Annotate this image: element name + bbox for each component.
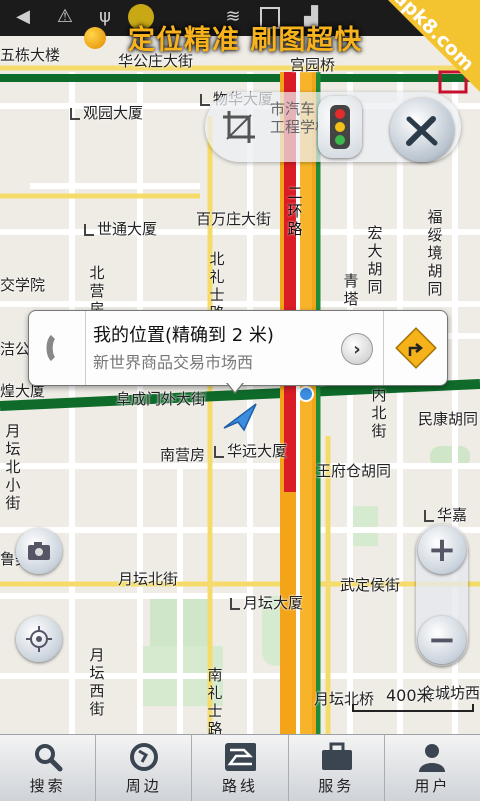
map-label: 华远大厦 <box>214 440 287 461</box>
tab-nearby[interactable]: 周边 <box>96 735 193 801</box>
map-label: 宏大胡同 <box>367 224 383 296</box>
traffic-toggle-button[interactable] <box>318 96 362 158</box>
scale-label: 400米 <box>386 686 433 705</box>
tab-label: 用户 <box>414 777 451 795</box>
callout-title: 我的位置(精确到 2 米) <box>93 325 274 346</box>
callout-tail-inner <box>227 382 243 392</box>
map-label: 月坛北街 <box>118 570 179 588</box>
briefcase-icon <box>320 741 353 773</box>
zoom-in-button[interactable]: + <box>418 526 466 574</box>
tab-route[interactable]: 路线 <box>192 735 289 801</box>
tab-label: 搜索 <box>29 777 66 795</box>
crop-icon <box>223 111 255 143</box>
tab-user[interactable]: 用户 <box>385 735 480 801</box>
map-label: 王府仓胡同 <box>316 462 392 480</box>
map-label: 阜成门外大街 <box>116 390 207 408</box>
poi-icon <box>230 597 240 610</box>
map-label: 内北街 <box>371 386 387 440</box>
map-label: 南礼士路 <box>207 666 223 734</box>
nearby-icon <box>128 741 160 773</box>
camera-icon <box>28 542 50 560</box>
locate-button[interactable] <box>16 616 62 662</box>
map-label: 交学院 <box>0 276 46 294</box>
phone-icon <box>46 335 55 361</box>
tab-service[interactable]: 服务 <box>289 735 385 801</box>
poi-icon <box>200 93 210 106</box>
map-label: 二环路 <box>287 184 303 238</box>
map-label: 观园大厦 <box>70 102 143 123</box>
user-icon <box>416 741 448 773</box>
map-label: 五栋大楼 <box>0 46 61 64</box>
poi-icon <box>424 509 434 522</box>
crop-button[interactable] <box>208 96 270 158</box>
map-label: 月坛北小街 <box>5 422 21 512</box>
route-icon <box>224 741 256 773</box>
map-label: 洁公 <box>0 340 31 358</box>
map-label: 世通大厦 <box>84 218 157 239</box>
poi-icon <box>214 445 224 458</box>
map-label: 月坛西街 <box>89 646 105 718</box>
map-label: 民康胡同 <box>418 410 479 428</box>
poi-icon <box>84 223 94 236</box>
scale-bar <box>352 704 474 712</box>
chevron-right-icon: › <box>353 338 361 360</box>
details-chevron-button[interactable]: › <box>341 333 373 365</box>
poi-icon <box>70 107 80 120</box>
tab-label: 周边 <box>125 777 162 795</box>
tab-label: 服务 <box>318 777 355 795</box>
map-label: 南营房 <box>160 446 206 464</box>
search-icon <box>32 741 64 773</box>
plus-icon: + <box>427 530 457 570</box>
tab-search[interactable]: 搜索 <box>0 735 97 801</box>
navigate-button[interactable] <box>383 311 448 385</box>
map-label: 福绥境胡同 <box>427 208 443 298</box>
bottom-tab-bar: 搜索 周边 路线 服务 用户 <box>0 734 480 801</box>
promo-banner: 定位精准 刷图超快 <box>128 25 363 56</box>
map-label: 华嘉 <box>424 504 467 525</box>
callout-subtitle: 新世界商品交易市场西 <box>93 353 254 372</box>
map-label: 百万庄大街 <box>196 210 272 228</box>
usb-icon: ψ <box>99 6 111 27</box>
minus-icon: − <box>427 620 457 660</box>
tools-icon <box>406 116 438 146</box>
turn-right-icon <box>395 327 437 369</box>
promo-dot-icon <box>84 27 106 49</box>
map-label: 月坛大厦 <box>230 592 303 613</box>
location-callout[interactable]: 我的位置(精确到 2 米) 新世界商品交易市场西 › <box>28 310 448 386</box>
location-arrow-icon <box>223 403 257 432</box>
metro-icon <box>298 386 314 402</box>
locate-icon <box>26 626 52 652</box>
map-label: 青塔 <box>343 272 359 308</box>
call-button[interactable] <box>29 311 86 385</box>
camera-button[interactable] <box>16 528 62 574</box>
traffic-light-icon <box>330 105 350 149</box>
tools-button[interactable] <box>390 98 454 162</box>
map-label: 武定侯街 <box>340 576 401 594</box>
zoom-out-button[interactable]: − <box>418 616 466 664</box>
tab-label: 路线 <box>222 777 259 795</box>
warning-icon: ⚠ <box>56 6 74 27</box>
back-icon: ◀ <box>16 6 30 27</box>
